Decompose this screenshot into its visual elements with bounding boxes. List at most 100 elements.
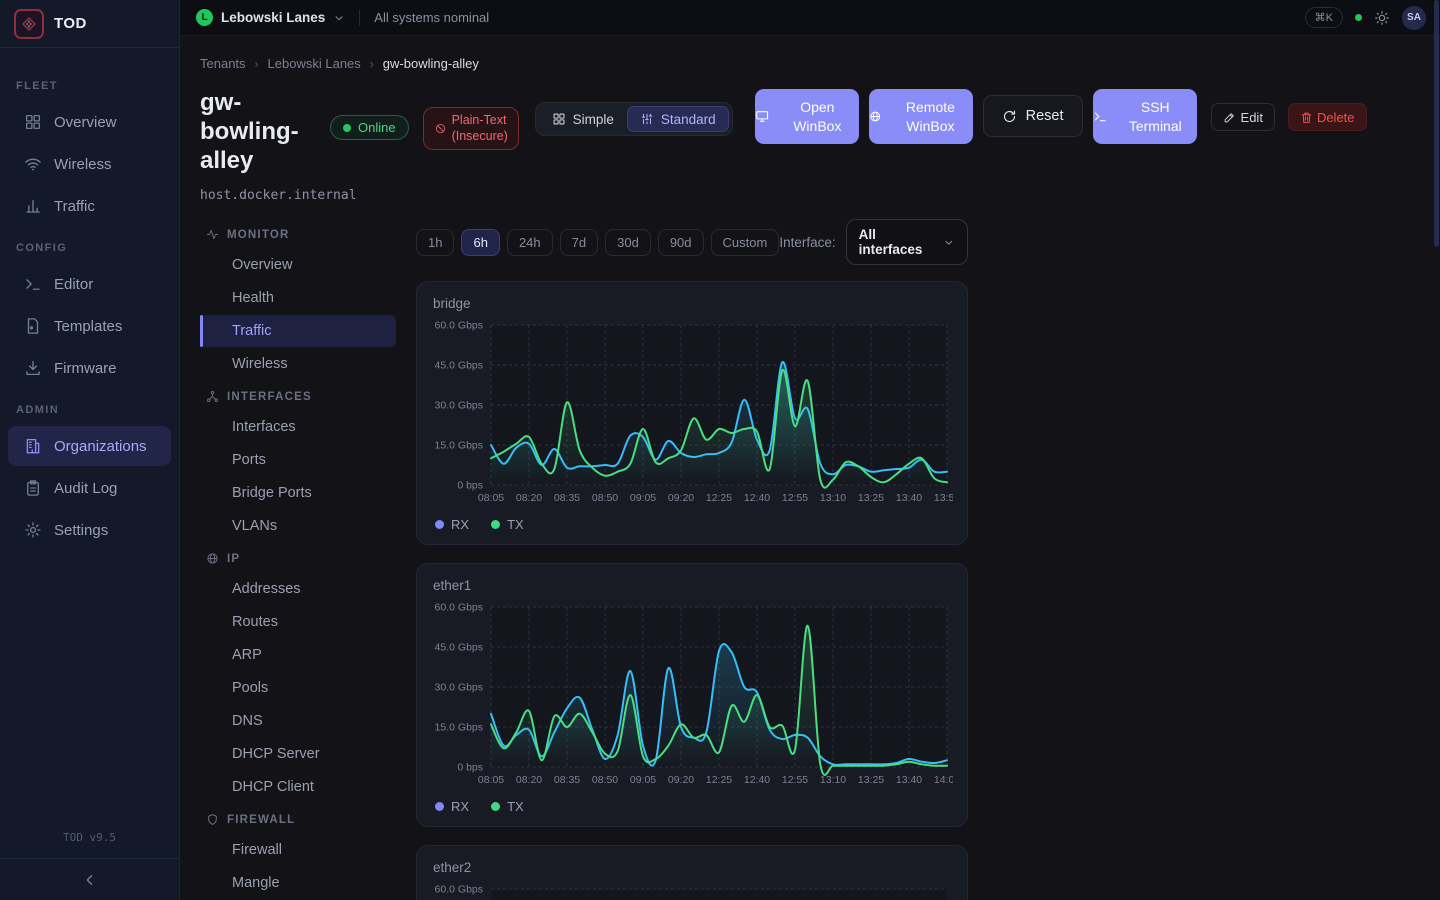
device-nav-wireless[interactable]: Wireless bbox=[200, 348, 396, 380]
chart-title: bridge bbox=[433, 296, 951, 311]
insecure-warning-badge: Plain-Text (Insecure) bbox=[423, 107, 519, 150]
chart-title: ether1 bbox=[433, 578, 951, 593]
interface-select[interactable]: All interfaces bbox=[846, 219, 968, 265]
range-30d-button[interactable]: 30d bbox=[605, 229, 651, 256]
device-nav-vlans[interactable]: VLANs bbox=[200, 510, 396, 542]
ssh-terminal-button[interactable]: SSH Terminal bbox=[1093, 89, 1197, 144]
ether2-traffic-chart: 60.0 Gbps bbox=[433, 881, 953, 900]
sidebar-item-templates[interactable]: Templates bbox=[8, 306, 171, 346]
range-6h-button[interactable]: 6h bbox=[461, 229, 499, 256]
device-nav-routes[interactable]: Routes bbox=[200, 606, 396, 638]
tenant-switcher[interactable]: L Lebowski Lanes bbox=[196, 9, 345, 26]
sidebar-item-settings[interactable]: Settings bbox=[8, 510, 171, 550]
sidebar-item-organizations[interactable]: Organizations bbox=[8, 426, 171, 466]
bridge-traffic-chart: 60.0 Gbps45.0 Gbps30.0 Gbps15.0 Gbps0 bp… bbox=[433, 317, 953, 509]
app-version: TOD v9.5 bbox=[0, 821, 179, 858]
svg-text:08:50: 08:50 bbox=[592, 492, 618, 504]
view-mode-toggle: Simple Standard bbox=[535, 102, 733, 136]
view-simple-button[interactable]: Simple bbox=[539, 106, 627, 132]
device-header: gw-bowling-alley Online Plain-Text (Inse… bbox=[200, 89, 1440, 175]
device-nav-overview[interactable]: Overview bbox=[200, 249, 396, 281]
user-avatar[interactable]: SA bbox=[1402, 6, 1426, 30]
device-nav-addresses[interactable]: Addresses bbox=[200, 573, 396, 605]
topbar: L Lebowski Lanes All systems nominal ⌘K … bbox=[180, 0, 1440, 36]
reset-button[interactable]: Reset bbox=[983, 95, 1083, 137]
svg-text:13:40: 13:40 bbox=[896, 492, 922, 504]
chart-card-bridge: bridge 60.0 Gbps45.0 Gbps30.0 Gbps15.0 G… bbox=[416, 281, 968, 545]
range-1h-button[interactable]: 1h bbox=[416, 229, 454, 256]
terminal-icon bbox=[24, 275, 42, 293]
page-content: Tenants › Lebowski Lanes › gw-bowling-al… bbox=[180, 36, 1440, 900]
svg-text:13:25: 13:25 bbox=[858, 492, 884, 504]
legend-tx: TX bbox=[491, 799, 524, 814]
view-standard-button[interactable]: Standard bbox=[627, 106, 729, 132]
delete-button[interactable]: Delete bbox=[1288, 103, 1367, 131]
device-nav-section-interfaces: INTERFACES bbox=[200, 381, 396, 410]
sidebar-item-wireless[interactable]: Wireless bbox=[8, 144, 171, 184]
range-24h-button[interactable]: 24h bbox=[507, 229, 553, 256]
device-nav-pools[interactable]: Pools bbox=[200, 672, 396, 704]
svg-text:13:10: 13:10 bbox=[820, 774, 846, 786]
grid-icon bbox=[24, 113, 42, 131]
remote-winbox-button[interactable]: Remote WinBox bbox=[869, 89, 973, 144]
clipboard-icon bbox=[24, 479, 42, 497]
device-nav-ports[interactable]: Ports bbox=[200, 444, 396, 476]
download-icon bbox=[24, 359, 42, 377]
app-root: TOD FLEET Overview Wireless Traffic CONF… bbox=[0, 0, 1440, 900]
svg-text:12:55: 12:55 bbox=[782, 774, 808, 786]
pencil-icon bbox=[1223, 111, 1236, 124]
refresh-icon bbox=[1002, 109, 1017, 124]
open-winbox-button[interactable]: Open WinBox bbox=[755, 89, 859, 144]
edit-label: Edit bbox=[1241, 110, 1263, 125]
scrollbar-thumb[interactable] bbox=[1434, 0, 1439, 247]
building-icon bbox=[24, 437, 42, 455]
edit-button[interactable]: Edit bbox=[1211, 103, 1275, 131]
file-icon bbox=[24, 317, 42, 335]
svg-text:12:25: 12:25 bbox=[706, 492, 732, 504]
range-90d-button[interactable]: 90d bbox=[658, 229, 704, 256]
breadcrumb-tenant[interactable]: Lebowski Lanes bbox=[268, 56, 361, 71]
device-nav-bridge-ports[interactable]: Bridge Ports bbox=[200, 477, 396, 509]
svg-text:13:55: 13:55 bbox=[934, 492, 953, 504]
svg-text:09:05: 09:05 bbox=[630, 492, 656, 504]
app-sidebar: TOD FLEET Overview Wireless Traffic CONF… bbox=[0, 0, 180, 900]
sidebar-collapse-button[interactable] bbox=[0, 858, 179, 900]
svg-text:60.0 Gbps: 60.0 Gbps bbox=[435, 884, 483, 896]
breadcrumb-tenants[interactable]: Tenants bbox=[200, 56, 246, 71]
interface-select-value: All interfaces bbox=[859, 227, 935, 257]
status-badge-online: Online bbox=[330, 115, 409, 140]
device-nav-mangle[interactable]: Mangle bbox=[200, 867, 396, 899]
svg-text:08:05: 08:05 bbox=[478, 774, 504, 786]
sidebar-item-overview[interactable]: Overview bbox=[8, 102, 171, 142]
device-nav-dhcp-server[interactable]: DHCP Server bbox=[200, 738, 396, 770]
page-title: gw-bowling-alley bbox=[200, 89, 316, 175]
device-nav-dns[interactable]: DNS bbox=[200, 705, 396, 737]
svg-text:15.0 Gbps: 15.0 Gbps bbox=[435, 722, 483, 734]
breadcrumb-separator: › bbox=[370, 57, 374, 71]
svg-text:08:35: 08:35 bbox=[554, 774, 580, 786]
sidebar-item-editor[interactable]: Editor bbox=[8, 264, 171, 304]
sidebar-item-traffic[interactable]: Traffic bbox=[8, 186, 171, 226]
svg-text:08:20: 08:20 bbox=[516, 774, 542, 786]
svg-text:12:40: 12:40 bbox=[744, 774, 770, 786]
device-nav-section-firewall: FIREWALL bbox=[200, 804, 396, 833]
device-nav-traffic[interactable]: Traffic bbox=[200, 315, 396, 347]
sidebar-item-firmware[interactable]: Firmware bbox=[8, 348, 171, 388]
chart-legend: RX TX bbox=[435, 799, 951, 814]
range-custom-button[interactable]: Custom bbox=[711, 229, 780, 256]
svg-text:13:25: 13:25 bbox=[858, 774, 884, 786]
device-nav-health[interactable]: Health bbox=[200, 282, 396, 314]
breadcrumb-separator: › bbox=[255, 57, 259, 71]
device-nav-arp[interactable]: ARP bbox=[200, 639, 396, 671]
device-nav-dhcp-client[interactable]: DHCP Client bbox=[200, 771, 396, 803]
grid-icon bbox=[552, 112, 566, 126]
sidebar-item-audit-log[interactable]: Audit Log bbox=[8, 468, 171, 508]
range-7d-button[interactable]: 7d bbox=[560, 229, 598, 256]
svg-text:12:55: 12:55 bbox=[782, 492, 808, 504]
device-nav-firewall[interactable]: Firewall bbox=[200, 834, 396, 866]
svg-text:09:05: 09:05 bbox=[630, 774, 656, 786]
theme-toggle-button[interactable] bbox=[1374, 10, 1390, 26]
chart-controls: 1h 6h 24h 7d 30d 90d Custom Interface: A… bbox=[416, 219, 968, 265]
command-palette-shortcut[interactable]: ⌘K bbox=[1305, 7, 1343, 28]
device-nav-interfaces[interactable]: Interfaces bbox=[200, 411, 396, 443]
